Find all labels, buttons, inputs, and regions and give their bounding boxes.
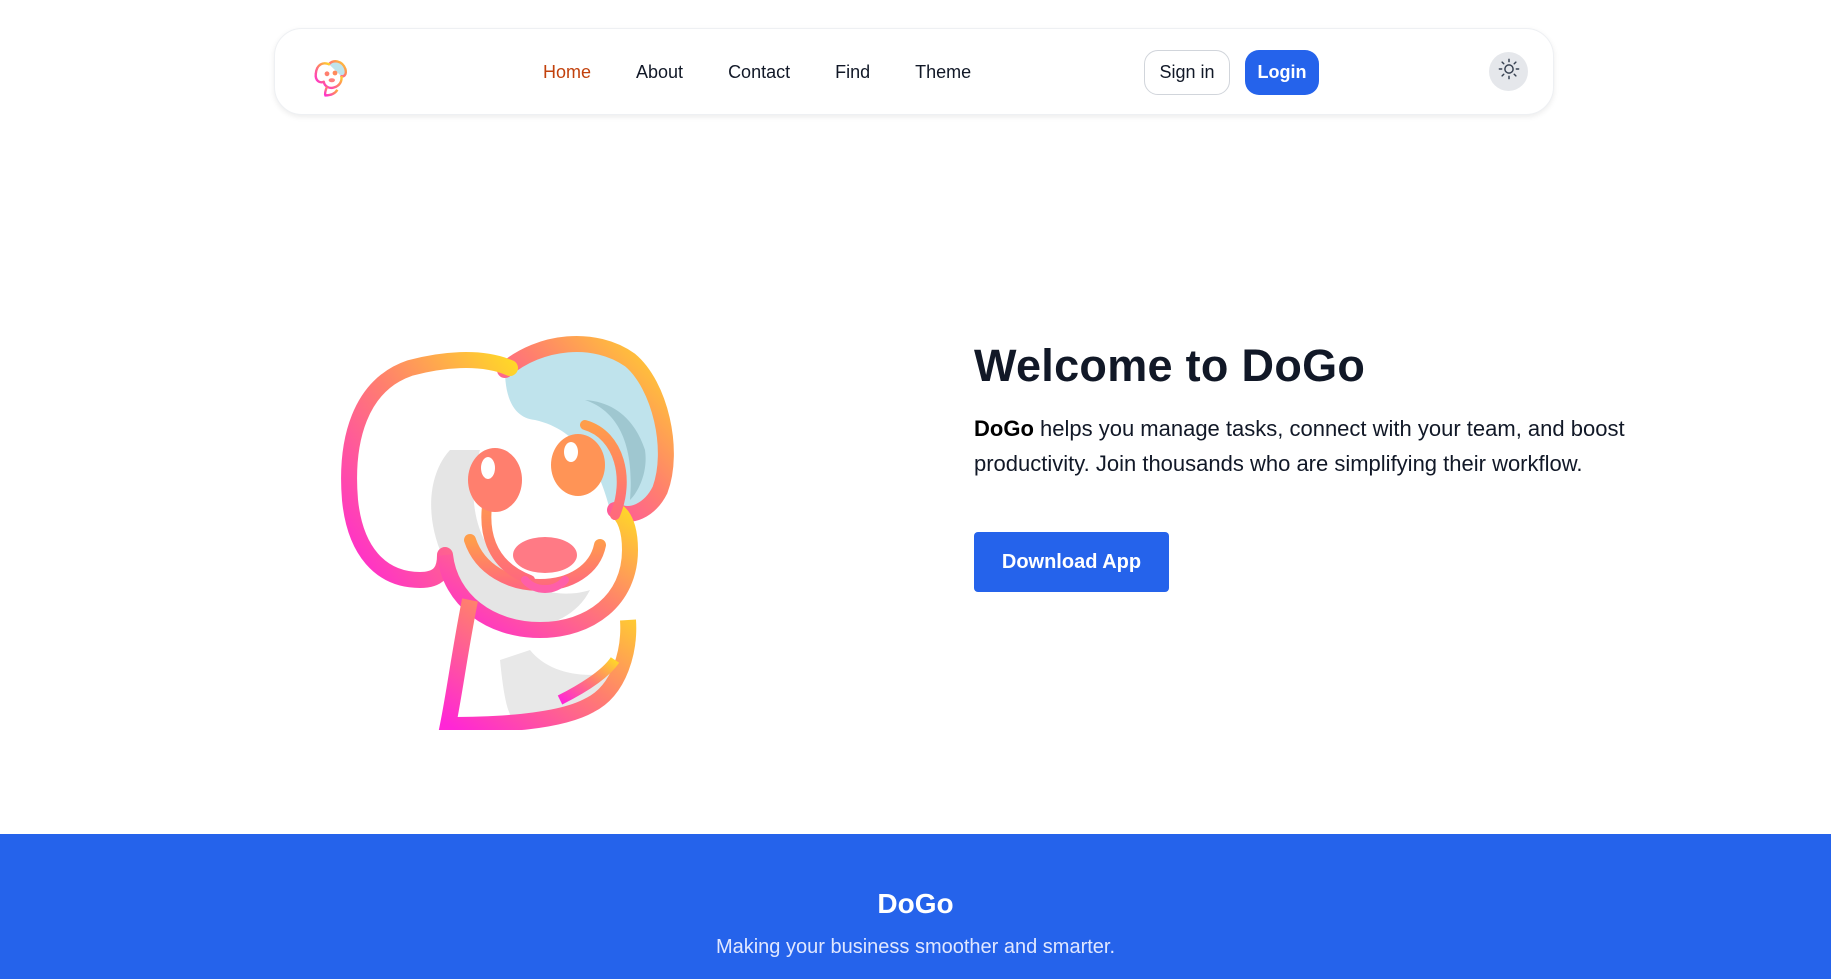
nav-link-find[interactable]: Find <box>835 62 870 83</box>
footer-tagline: Making your business smoother and smarte… <box>715 936 1116 958</box>
login-button[interactable]: Login <box>1245 50 1319 95</box>
dog-logo-icon[interactable] <box>311 57 351 97</box>
nav-link-contact[interactable]: Contact <box>728 62 790 83</box>
navbar: Home About Contact Find Theme Sign in Lo… <box>274 28 1554 115</box>
dog-illustration-icon <box>330 330 730 734</box>
nav-link-theme[interactable]: Theme <box>915 62 971 83</box>
nav-links: Home About Contact Find Theme <box>543 29 1016 116</box>
sign-in-button[interactable]: Sign in <box>1144 50 1230 95</box>
footer-title: DoGo <box>877 888 954 919</box>
nav-link-about[interactable]: About <box>636 62 683 83</box>
hero-description: DoGo helps you manage tasks, connect wit… <box>974 411 1664 481</box>
brand-name: DoGo <box>974 416 1034 441</box>
download-app-button[interactable]: Download App <box>974 532 1169 592</box>
hero-title: Welcome to DoGo <box>974 340 1366 391</box>
hero-description-text: helps you manage tasks, connect with you… <box>974 416 1625 476</box>
sun-icon <box>1498 58 1520 85</box>
footer: DoGo Making your business smoother and s… <box>0 834 1831 979</box>
theme-toggle-button[interactable] <box>1489 52 1528 91</box>
nav-link-home[interactable]: Home <box>543 62 591 83</box>
